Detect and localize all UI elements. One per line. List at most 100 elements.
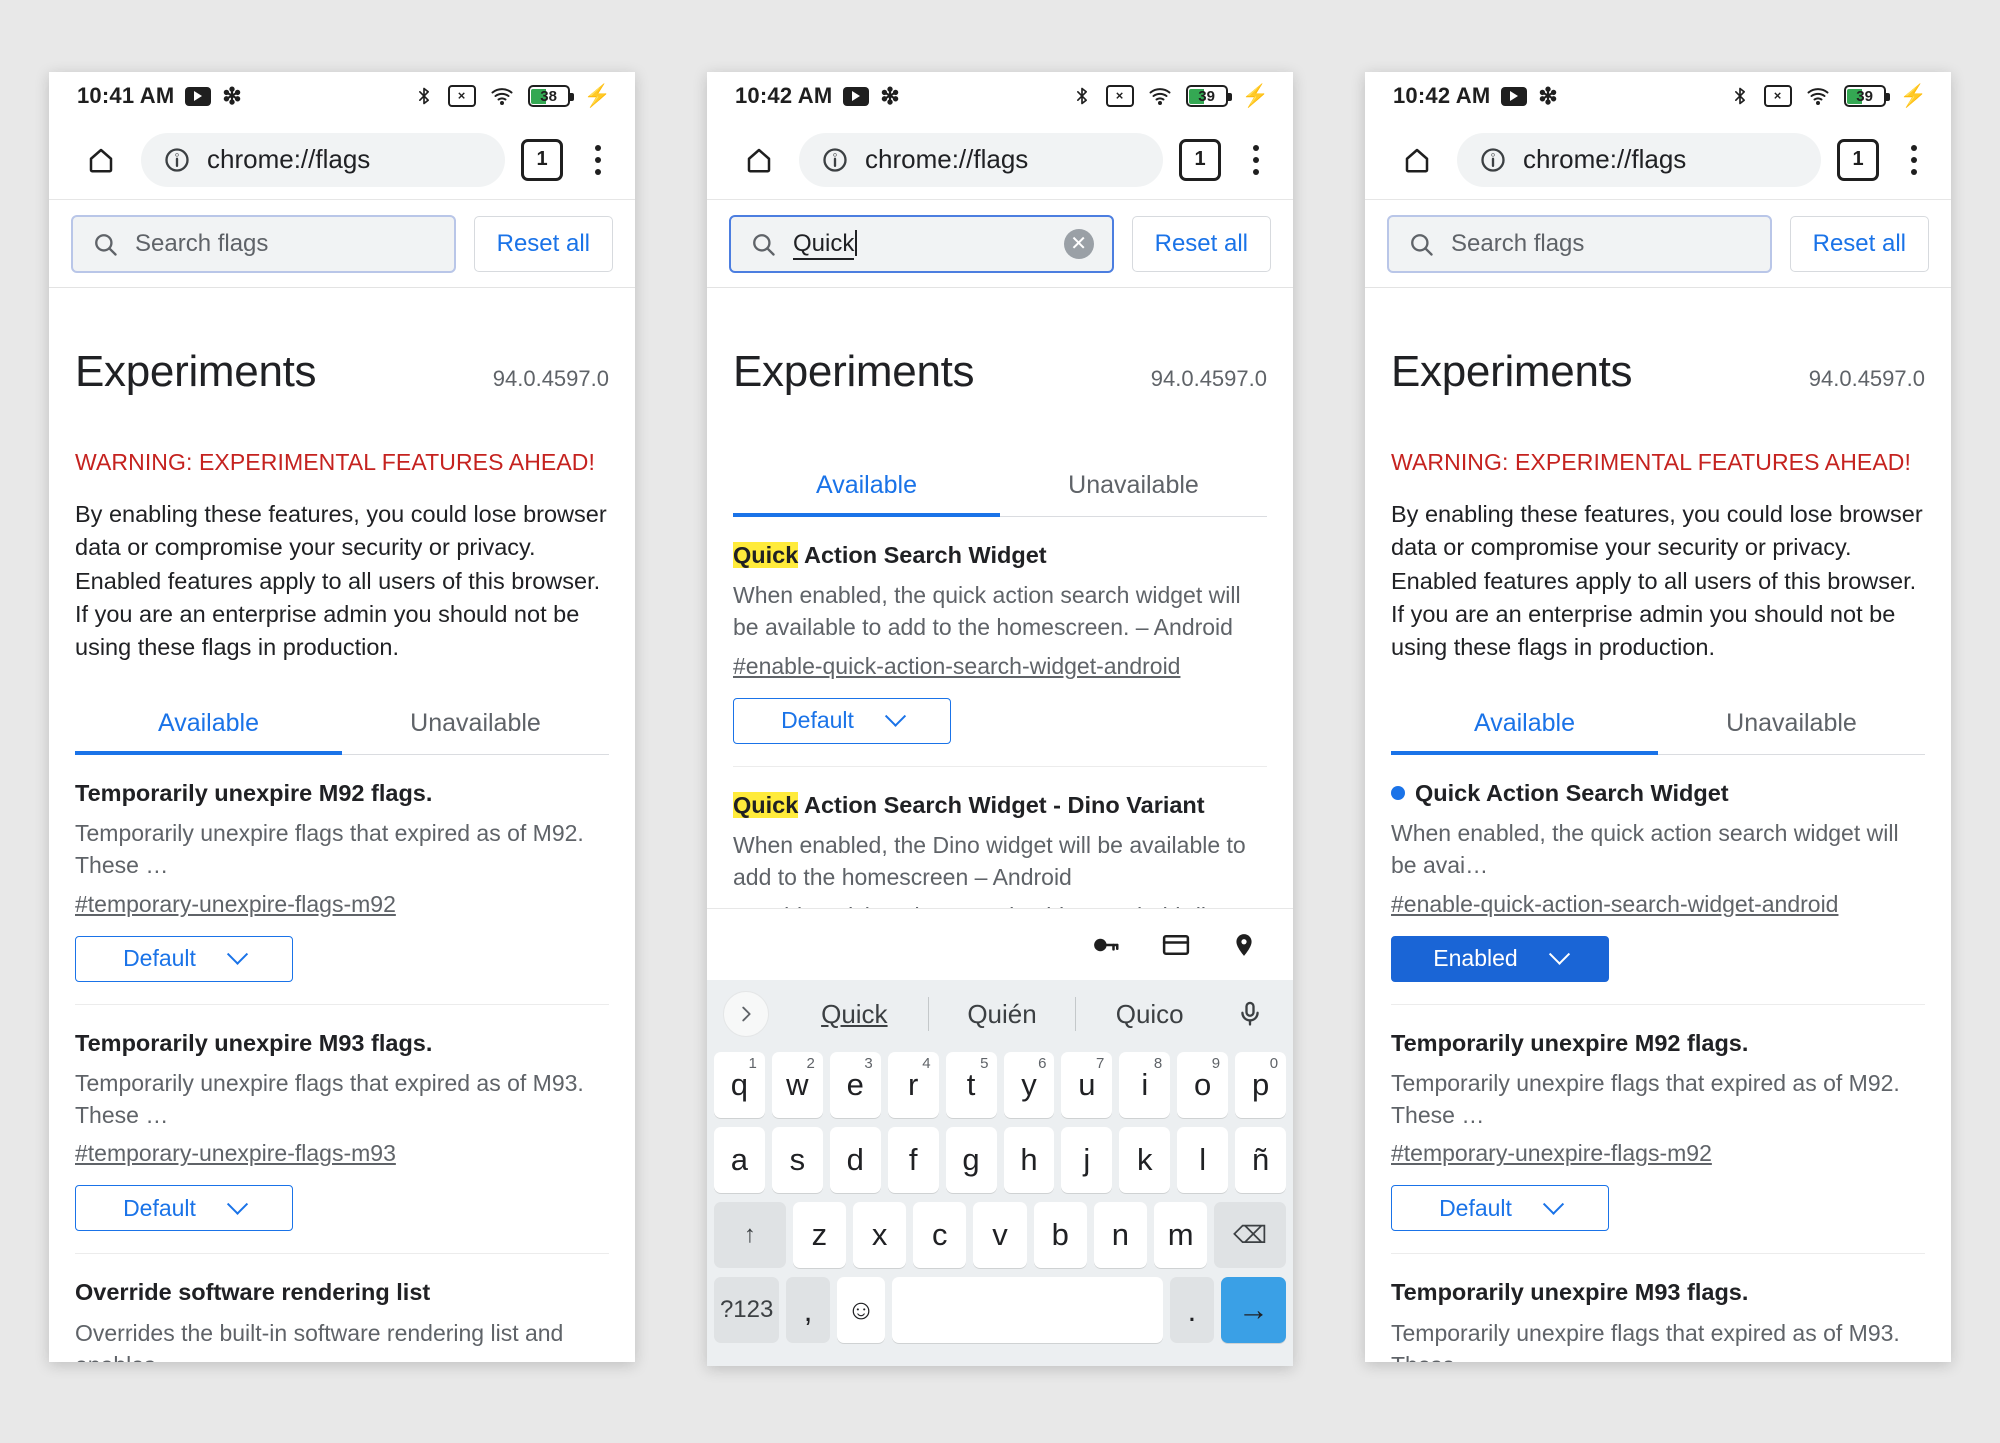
key-k[interactable]: k	[1119, 1127, 1171, 1193]
key-label: b	[1051, 1217, 1069, 1252]
key-o[interactable]: o9	[1177, 1052, 1229, 1118]
search-input[interactable]: Search flags	[71, 214, 456, 273]
expand-suggestions-button[interactable]	[723, 991, 769, 1037]
flag-id-link[interactable]: #enable-quick-action-search-widget-andro…	[733, 903, 1267, 908]
credit-card-icon[interactable]	[1161, 930, 1191, 960]
search-input[interactable]: Search flags	[1387, 214, 1772, 273]
reset-all-button[interactable]: Reset all	[473, 215, 613, 272]
key-enter[interactable]: →	[1220, 1277, 1287, 1343]
key-e[interactable]: e3	[829, 1052, 881, 1118]
flag-state-select[interactable]: Default	[75, 1185, 293, 1232]
tab-available[interactable]: Available	[75, 695, 342, 755]
keyboard-row: q1w2e3r4t5y6u7i8o9p0	[713, 1052, 1287, 1118]
reset-all-button[interactable]: Reset all	[1789, 215, 1929, 272]
key-x[interactable]: x	[853, 1202, 907, 1268]
key-w[interactable]: w2	[771, 1052, 823, 1118]
tab-unavailable[interactable]: Unavailable	[1000, 457, 1267, 516]
home-button[interactable]	[733, 134, 785, 186]
menu-button[interactable]	[583, 138, 613, 182]
key-icon[interactable]	[1091, 930, 1121, 960]
address-bar[interactable]: chrome://flags	[799, 132, 1163, 187]
microphone-icon[interactable]	[1223, 1000, 1277, 1028]
tab-unavailable[interactable]: Unavailable	[1658, 695, 1925, 754]
info-icon[interactable]	[163, 146, 191, 174]
clear-search-icon[interactable]: ✕	[1063, 228, 1094, 259]
key-a[interactable]: a	[713, 1127, 765, 1193]
key-n[interactable]: n	[1093, 1202, 1148, 1268]
flag-state-select[interactable]: Enabled	[1391, 935, 1609, 982]
key-v[interactable]: v	[973, 1202, 1027, 1268]
info-icon[interactable]	[821, 146, 849, 174]
key-label: d	[846, 1142, 864, 1177]
key-b[interactable]: b	[1033, 1202, 1087, 1268]
key-number-hint: 0	[1269, 1055, 1279, 1072]
home-button[interactable]	[75, 134, 127, 186]
key-y[interactable]: y6	[1003, 1052, 1055, 1118]
address-bar[interactable]: chrome://flags	[141, 132, 505, 187]
key-z[interactable]: z	[792, 1202, 846, 1268]
suggestion-item[interactable]: Quick	[781, 999, 928, 1030]
key-j[interactable]: j	[1061, 1127, 1113, 1193]
tab-switcher-button[interactable]: 1	[521, 138, 563, 181]
key-c[interactable]: c	[913, 1202, 967, 1268]
key-h[interactable]: h	[1003, 1127, 1055, 1193]
search-input[interactable]: Quick ✕	[729, 214, 1114, 273]
key-u[interactable]: u7	[1061, 1052, 1113, 1118]
key-space[interactable]	[892, 1277, 1164, 1343]
battery-level: 39	[1198, 87, 1215, 105]
flag-entry: Temporarily unexpire M93 flags. Temporari…	[75, 1005, 609, 1255]
key-emoji[interactable]: ☺	[836, 1277, 886, 1343]
key-period[interactable]: .	[1170, 1277, 1214, 1343]
key-p[interactable]: p0	[1235, 1052, 1287, 1118]
flag-state-select[interactable]: Default	[75, 935, 293, 982]
battery-level: 38	[540, 87, 557, 105]
flag-title: Temporarily unexpire M93 flags.	[75, 1029, 609, 1058]
key-g[interactable]: g	[945, 1127, 997, 1193]
key-number-hint: 8	[1153, 1055, 1163, 1072]
key-d[interactable]: d	[829, 1127, 881, 1193]
address-bar[interactable]: chrome://flags	[1457, 132, 1821, 187]
menu-button[interactable]	[1241, 138, 1271, 182]
key-s[interactable]: s	[771, 1127, 823, 1193]
key-i[interactable]: i8	[1119, 1052, 1171, 1118]
flag-id-link[interactable]: #temporary-unexpire-flags-m93	[75, 1140, 396, 1167]
page-title: Experiments	[75, 347, 317, 397]
key-ñ[interactable]: ñ	[1235, 1127, 1287, 1193]
key-r[interactable]: r4	[887, 1052, 939, 1118]
flag-state-select[interactable]: Default	[733, 697, 951, 744]
key-m[interactable]: m	[1154, 1202, 1208, 1268]
key-comma[interactable]: ,	[786, 1277, 830, 1343]
suggestion-item[interactable]: Quién	[929, 999, 1076, 1030]
flag-state-value: Default	[123, 1194, 196, 1221]
tab-available[interactable]: Available	[1391, 695, 1658, 755]
location-pin-icon[interactable]	[1231, 930, 1257, 960]
tab-unavailable[interactable]: Unavailable	[342, 695, 609, 754]
flag-title-text: Action Search Widget	[798, 541, 1047, 568]
key-del[interactable]: ⌫	[1214, 1202, 1287, 1268]
flag-id-link[interactable]: #temporary-unexpire-flags-m92	[75, 891, 396, 918]
reset-all-button[interactable]: Reset all	[1131, 215, 1271, 272]
key-f[interactable]: f	[887, 1127, 939, 1193]
key-label: ?123	[719, 1296, 774, 1323]
info-icon[interactable]	[1479, 146, 1507, 174]
flag-id-link[interactable]: #enable-quick-action-search-widget-andro…	[733, 653, 1180, 680]
flag-state-select[interactable]: Default	[1391, 1185, 1609, 1232]
tab-switcher-button[interactable]: 1	[1179, 138, 1221, 181]
keyboard-row: asdfghjklñ	[713, 1127, 1287, 1193]
phone-mockup-1: 10:41 AM ❇ × 38 ⚡ chrome://flags 1 Search flags…	[49, 72, 635, 1362]
key-sym[interactable]: ?123	[714, 1277, 780, 1343]
menu-button[interactable]	[1899, 138, 1929, 182]
tab-switcher-button[interactable]: 1	[1837, 138, 1879, 181]
key-shift[interactable]: ↑	[713, 1202, 786, 1268]
flag-id-link[interactable]: #enable-quick-action-search-widget-andro…	[1391, 891, 1838, 918]
suggestion-item[interactable]: Quico	[1076, 999, 1223, 1030]
key-l[interactable]: l	[1177, 1127, 1229, 1193]
page-title: Experiments	[733, 347, 975, 397]
key-q[interactable]: q1	[713, 1052, 765, 1118]
tab-available[interactable]: Available	[733, 457, 1000, 517]
flag-id-link[interactable]: #temporary-unexpire-flags-m92	[1391, 1140, 1712, 1167]
key-label: ñ	[1251, 1142, 1270, 1177]
home-button[interactable]	[1391, 134, 1443, 186]
battery-icon: 39	[1185, 85, 1232, 107]
key-t[interactable]: t5	[945, 1052, 997, 1118]
